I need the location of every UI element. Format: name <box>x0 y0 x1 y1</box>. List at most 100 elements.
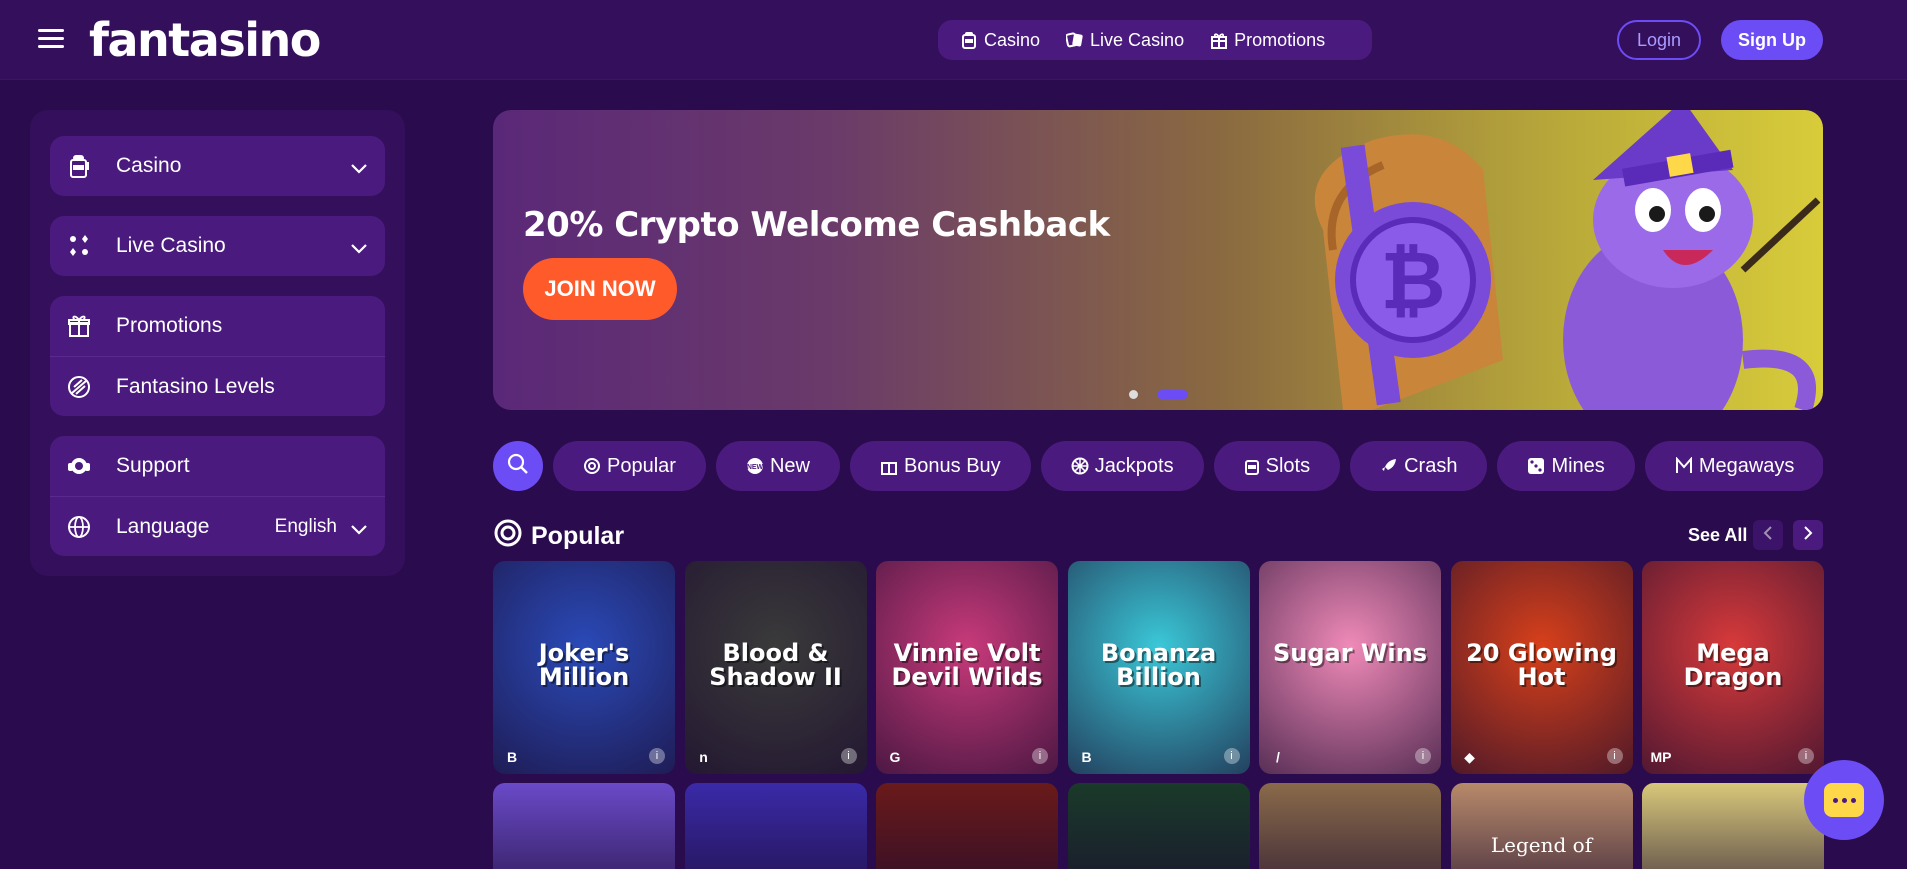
sidebar-item-promotions[interactable]: Promotions <box>50 296 385 356</box>
game-tile[interactable]: Bonanza Billion Bi <box>1067 561 1250 774</box>
nav-live-casino[interactable]: Live Casino <box>1056 30 1194 51</box>
m-icon <box>1675 457 1693 475</box>
language-value: English <box>274 515 337 537</box>
nav-casino[interactable]: Casino <box>950 30 1050 51</box>
chat-bubble-icon <box>1824 783 1864 817</box>
signup-button[interactable]: Sign Up <box>1721 20 1823 60</box>
slot-machine-icon <box>1244 457 1260 475</box>
sidebar-item-label: Fantasino Levels <box>116 374 275 398</box>
game-title: Bonanza Billion <box>1100 639 1217 691</box>
game-tile[interactable] <box>493 783 675 869</box>
site-logo[interactable]: fantasino <box>89 13 321 67</box>
sidebar-item-levels[interactable]: Fantasino Levels <box>50 356 385 416</box>
spiral-icon <box>583 457 601 475</box>
category-chip-bonus-buy[interactable]: Bonus Buy <box>849 441 1031 491</box>
game-tile[interactable] <box>876 783 1058 869</box>
globe-icon <box>66 514 92 540</box>
game-tile[interactable] <box>1642 783 1824 869</box>
promo-banner[interactable]: ₿ 20% Crypto Welcome Cashback JOIN NOW <box>493 110 1823 410</box>
category-chip-slots[interactable]: Slots <box>1213 441 1341 491</box>
game-tile[interactable]: Blood & Shadow II n i <box>684 561 867 774</box>
slot-machine-icon <box>960 31 978 49</box>
nav-promotions[interactable]: Promotions <box>1200 30 1335 51</box>
carousel-prev-button[interactable] <box>1753 520 1783 550</box>
chevron-down-icon[interactable] <box>351 236 367 260</box>
svg-text:₿: ₿ <box>1380 234 1445 327</box>
category-chips: Popular NEW New Bonus Buy Jackpots Slots Crash… <box>553 441 1823 491</box>
game-title: Sugar Wins <box>1272 639 1427 667</box>
info-icon[interactable]: i <box>1032 748 1048 764</box>
see-all-link[interactable]: See All <box>1688 525 1747 546</box>
category-chip-megaways[interactable]: Megaways <box>1644 441 1823 491</box>
game-title: Legend of <box>1490 833 1593 857</box>
category-chip-new[interactable]: NEW New <box>715 441 840 491</box>
game-title: Vinnie Volt Devil Wilds <box>891 639 1043 691</box>
chevron-right-icon <box>1803 525 1813 545</box>
game-tile[interactable]: Vinnie Volt Devil Wilds Gi <box>876 561 1058 774</box>
new-badge-icon: NEW <box>746 457 764 475</box>
game-title: Blood & Shadow II <box>709 639 842 691</box>
carousel-dot[interactable] <box>1129 390 1138 399</box>
info-icon[interactable]: i <box>1415 748 1431 764</box>
info-icon[interactable]: i <box>840 748 857 764</box>
info-icon[interactable]: i <box>1223 748 1240 764</box>
info-icon[interactable]: i <box>649 748 665 764</box>
gift-icon <box>880 457 898 475</box>
join-now-button[interactable]: JOIN NOW <box>523 258 677 320</box>
provider-logo-icon: B <box>1081 749 1092 765</box>
wizard-cat-illustration: ₿ <box>1314 110 1821 410</box>
gift-icon <box>66 313 92 339</box>
game-title: Mega Dragon <box>1683 639 1783 691</box>
sidebar-item-support[interactable]: Support <box>50 436 385 496</box>
info-icon[interactable]: i <box>1606 748 1623 764</box>
sidebar-group-casino: Casino <box>50 136 385 196</box>
search-button[interactable] <box>493 441 543 491</box>
svg-text:NEW: NEW <box>747 464 764 471</box>
sidebar: Casino Live Casino Promotions Fantasino … <box>30 110 405 576</box>
game-tile[interactable] <box>1259 783 1441 869</box>
chevron-down-icon[interactable] <box>351 156 367 180</box>
game-tile[interactable]: Legend of <box>1450 783 1633 869</box>
card-suits-icon <box>66 233 92 259</box>
search-icon <box>507 453 529 480</box>
game-tile[interactable] <box>1067 783 1250 869</box>
headset-icon <box>66 453 92 479</box>
cards-icon <box>1066 31 1084 49</box>
login-button[interactable]: Login <box>1617 20 1701 60</box>
sidebar-item-label: Promotions <box>116 314 223 337</box>
category-chip-jackpots[interactable]: Jackpots <box>1040 441 1204 491</box>
sidebar-group-support: Support Language English <box>50 436 385 556</box>
provider-logo-icon: MP <box>1650 749 1672 765</box>
sidebar-item-casino[interactable]: Casino <box>50 136 385 196</box>
spiral-icon <box>493 518 523 555</box>
chevron-down-icon[interactable] <box>351 517 367 541</box>
carousel-next-button[interactable] <box>1793 520 1823 550</box>
sidebar-group-live-casino: Live Casino <box>50 216 385 276</box>
sidebar-item-language[interactable]: Language English <box>50 496 385 556</box>
game-tile[interactable]: Sugar Wins / i <box>1259 561 1441 774</box>
sidebar-group-promos: Promotions Fantasino Levels <box>50 296 385 416</box>
live-chat-button[interactable] <box>1804 760 1884 840</box>
category-chip-popular[interactable]: Popular <box>553 441 706 491</box>
sidebar-item-label: Casino <box>116 154 182 177</box>
sidebar-item-live-casino[interactable]: Live Casino <box>50 216 385 276</box>
top-nav: Casino Live Casino Promotions <box>938 20 1372 60</box>
category-chip-mines[interactable]: Mines <box>1497 441 1635 491</box>
section-title-popular: Popular <box>493 518 624 555</box>
game-tile[interactable] <box>684 783 867 869</box>
provider-logo-icon: n <box>699 749 708 765</box>
game-tile[interactable]: 20 Glowing Hot ◆ i <box>1450 561 1633 774</box>
sidebar-item-label: Live Casino <box>116 234 226 257</box>
rocket-icon <box>1380 457 1398 475</box>
banner-title: 20% Crypto Welcome Cashback <box>523 205 1110 245</box>
gift-icon <box>1210 31 1228 49</box>
category-chip-crash[interactable]: Crash <box>1350 441 1488 491</box>
game-title: Joker's Million <box>538 639 630 691</box>
hamburger-menu-icon[interactable] <box>38 29 64 51</box>
sidebar-item-label: Support <box>116 454 190 477</box>
info-icon[interactable]: i <box>1798 748 1814 764</box>
game-tile[interactable]: Joker's Million Bi <box>493 561 675 774</box>
game-tile[interactable]: Mega Dragon MP i <box>1642 561 1824 774</box>
carousel-dot-active[interactable] <box>1157 390 1188 399</box>
game-title: 20 Glowing Hot <box>1466 639 1617 691</box>
